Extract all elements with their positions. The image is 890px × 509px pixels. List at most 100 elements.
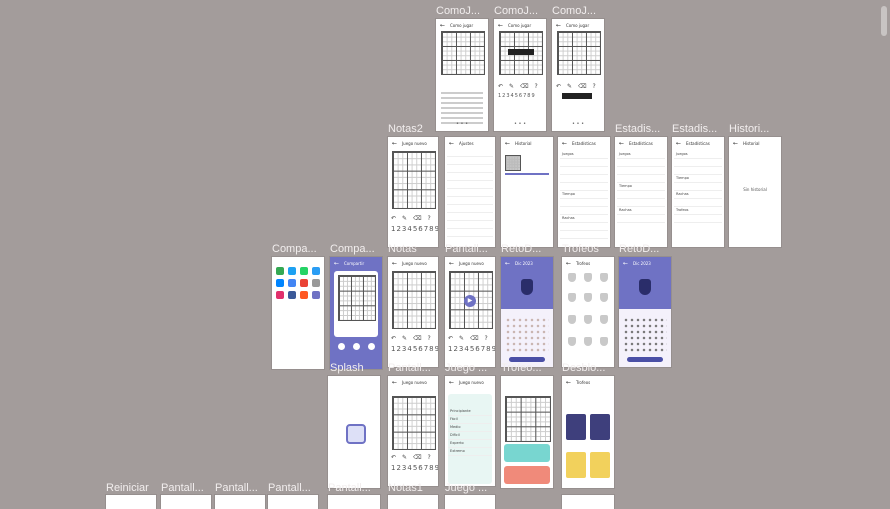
frame-label-reiniciar[interactable]: Reiniciar — [106, 482, 149, 494]
calendar[interactable] — [623, 317, 667, 353]
stats-section: Juegos — [674, 151, 722, 159]
menu-item[interactable]: Extremo — [448, 448, 492, 456]
frame-label-juego-2[interactable]: Juego ... — [445, 482, 487, 494]
instagram-icon — [276, 291, 284, 299]
frame-trofeo-obtenido[interactable] — [501, 376, 553, 488]
frame-label-notas[interactable]: Notas — [388, 243, 417, 255]
sudoku-grid — [392, 151, 436, 209]
sudoku-grid — [338, 275, 376, 321]
play-button[interactable] — [627, 357, 663, 362]
sudoku-grid — [392, 396, 436, 450]
unlock-card[interactable] — [590, 452, 610, 478]
frame-comojugar-2[interactable]: ← Como jugar ↶ ✎ ⌫? 123456789 • • • — [494, 19, 546, 131]
frame-compartir-apps[interactable] — [272, 257, 324, 369]
frame-label-estadis-1[interactable]: Estadis... — [615, 123, 660, 135]
frame-comojugar-1[interactable]: ← Como jugar • • • — [436, 19, 488, 131]
trophy-icon — [600, 293, 608, 302]
share-icon[interactable] — [368, 343, 375, 350]
frame-juego-2[interactable] — [445, 495, 495, 509]
back-arrow-icon: ← — [619, 140, 625, 147]
pager-dots: • • • — [514, 121, 527, 127]
frame-trofeos[interactable]: ← Trofeos — [562, 257, 614, 367]
frame-label-desbloquear[interactable]: Desblo... — [562, 362, 605, 374]
frame-label-pantalla-b[interactable]: Pantall... — [388, 362, 431, 374]
calendar[interactable] — [505, 317, 549, 353]
canvas-scrollbar[interactable] — [880, 2, 888, 507]
frame-label-comojugar-2[interactable]: ComoJ... — [494, 5, 538, 17]
reto-header: ← Dic 2023 — [619, 257, 671, 309]
frame-label-retos-1[interactable]: RetoD... — [501, 243, 541, 255]
frame-label-comojugar-3[interactable]: ComoJ... — [552, 5, 596, 17]
frame-notas1[interactable] — [388, 495, 438, 509]
frame-label-pantalla-e[interactable]: Pantall... — [268, 482, 311, 494]
frame-notas2[interactable]: ← Juego nuevo ↶ ✎ ⌫? 123456789 — [388, 137, 438, 247]
menu-item[interactable]: Medio — [448, 424, 492, 432]
sudoku-grid — [505, 396, 551, 442]
menu-item[interactable]: Fácil — [448, 416, 492, 424]
frame-label-splash[interactable]: Splash — [330, 362, 364, 374]
unlock-card[interactable] — [566, 452, 586, 478]
menu-item[interactable]: Principiante — [448, 408, 492, 416]
frame-label-estadis-2[interactable]: Estadis... — [672, 123, 717, 135]
frame-label-compartir-1[interactable]: Compa... — [272, 243, 317, 255]
screen-title: Historial — [515, 141, 532, 146]
screen-title: Compartir — [344, 261, 365, 266]
facebook-icon[interactable] — [338, 343, 345, 350]
frame-label-pantalla-a[interactable]: Pantall... — [445, 243, 488, 255]
frame-comojugar-3[interactable]: ← Como jugar ↶ ✎ ⌫? • • • — [552, 19, 604, 131]
back-arrow-icon: ← — [449, 140, 455, 147]
frame-label-notas1[interactable]: Notas1 — [388, 482, 423, 494]
frame-label-juego[interactable]: Juego ... — [445, 362, 487, 374]
difficulty-menu[interactable]: Principiante Fácil Medio Difícil Experto… — [448, 394, 492, 484]
menu-item[interactable]: Experto — [448, 440, 492, 448]
frame-notas[interactable]: ← Juego nuevo ↶ ✎ ⌫? 123456789 — [388, 257, 438, 367]
frame-label-trofeo-2[interactable]: Trofeo... — [501, 362, 542, 374]
screen-title: Juego nuevo — [402, 141, 427, 146]
screen-title: Ajustes — [459, 141, 474, 146]
frame-pantalla-e[interactable] — [268, 495, 318, 509]
frame-label-trofeos[interactable]: Trofeos — [562, 243, 599, 255]
stats-list: Juegos Tiempo Rachas — [617, 151, 665, 223]
frame-label-notas2[interactable]: Notas2 — [388, 123, 423, 135]
frame-pantalla-d[interactable] — [215, 495, 265, 509]
telegram-icon — [312, 267, 320, 275]
frame-pantalla-c[interactable] — [161, 495, 211, 509]
frame-desbloquear[interactable]: ← Trofeos — [562, 376, 614, 488]
frame-estadisticas-3[interactable]: ← Estadísticas Juegos Tiempo Rachas Trofe… — [672, 137, 724, 247]
twitter-icon[interactable] — [353, 343, 360, 350]
stats-section: Juegos — [617, 151, 665, 159]
menu-item[interactable]: Difícil — [448, 432, 492, 440]
frame-label-historial[interactable]: Histori... — [729, 123, 769, 135]
unlock-card[interactable] — [566, 414, 586, 440]
frame-label-compartir-2[interactable]: Compa... — [330, 243, 375, 255]
gmail-icon — [300, 279, 308, 287]
frame-label-comojugar-1[interactable]: ComoJ... — [436, 5, 480, 17]
frame-estadisticas-1[interactable]: ← Estadísticas Juegos Tiempo Rachas — [558, 137, 610, 247]
frame-pantalla-f[interactable] — [328, 495, 380, 509]
frame-ajustes[interactable]: ← Ajustes — [445, 137, 495, 247]
stats-section: Tiempo — [674, 175, 722, 183]
screen-title: Trofeos — [576, 261, 591, 266]
frame-splash[interactable] — [328, 376, 380, 488]
frame-label-pantalla-f[interactable]: Pantall... — [328, 482, 371, 494]
share-buttons[interactable] — [338, 343, 375, 350]
frame-historial-detalle[interactable]: ← Historial — [501, 137, 553, 247]
frame-juego-nuevo[interactable]: ← Juego nuevo Principiante Fácil Medio Di… — [445, 376, 495, 486]
unlock-card[interactable] — [590, 414, 610, 440]
frame-label-pantalla-d[interactable]: Pantall... — [215, 482, 258, 494]
frame-estadisticas-2[interactable]: ← Estadísticas Juegos Tiempo Rachas — [615, 137, 667, 247]
frame-historial[interactable]: ← Historial Sin historial — [729, 137, 781, 247]
frame-reiniciar[interactable] — [106, 495, 156, 509]
frame-retos-2[interactable]: ← Dic 2023 — [619, 257, 671, 367]
back-arrow-icon: ← — [562, 140, 568, 147]
frame-label-retos-2[interactable]: RetoD... — [619, 243, 659, 255]
frame-pantalla-juego[interactable]: ← Juego nuevo ↶ ✎ ⌫? 123456789 — [388, 376, 438, 486]
trophy-icon — [584, 273, 592, 282]
play-icon[interactable]: ▶ — [464, 295, 476, 307]
frame-label-pantalla-c[interactable]: Pantall... — [161, 482, 204, 494]
frame-bottom[interactable] — [562, 495, 614, 509]
frame-pausa[interactable]: ← Juego nuevo ▶ ↶ ✎ ⌫? 123456789 — [445, 257, 495, 367]
frame-retos-1[interactable]: ← Dic 2023 — [501, 257, 553, 367]
scrollbar-thumb[interactable] — [881, 6, 887, 36]
frame-compartir[interactable]: ← Compartir — [330, 257, 382, 369]
